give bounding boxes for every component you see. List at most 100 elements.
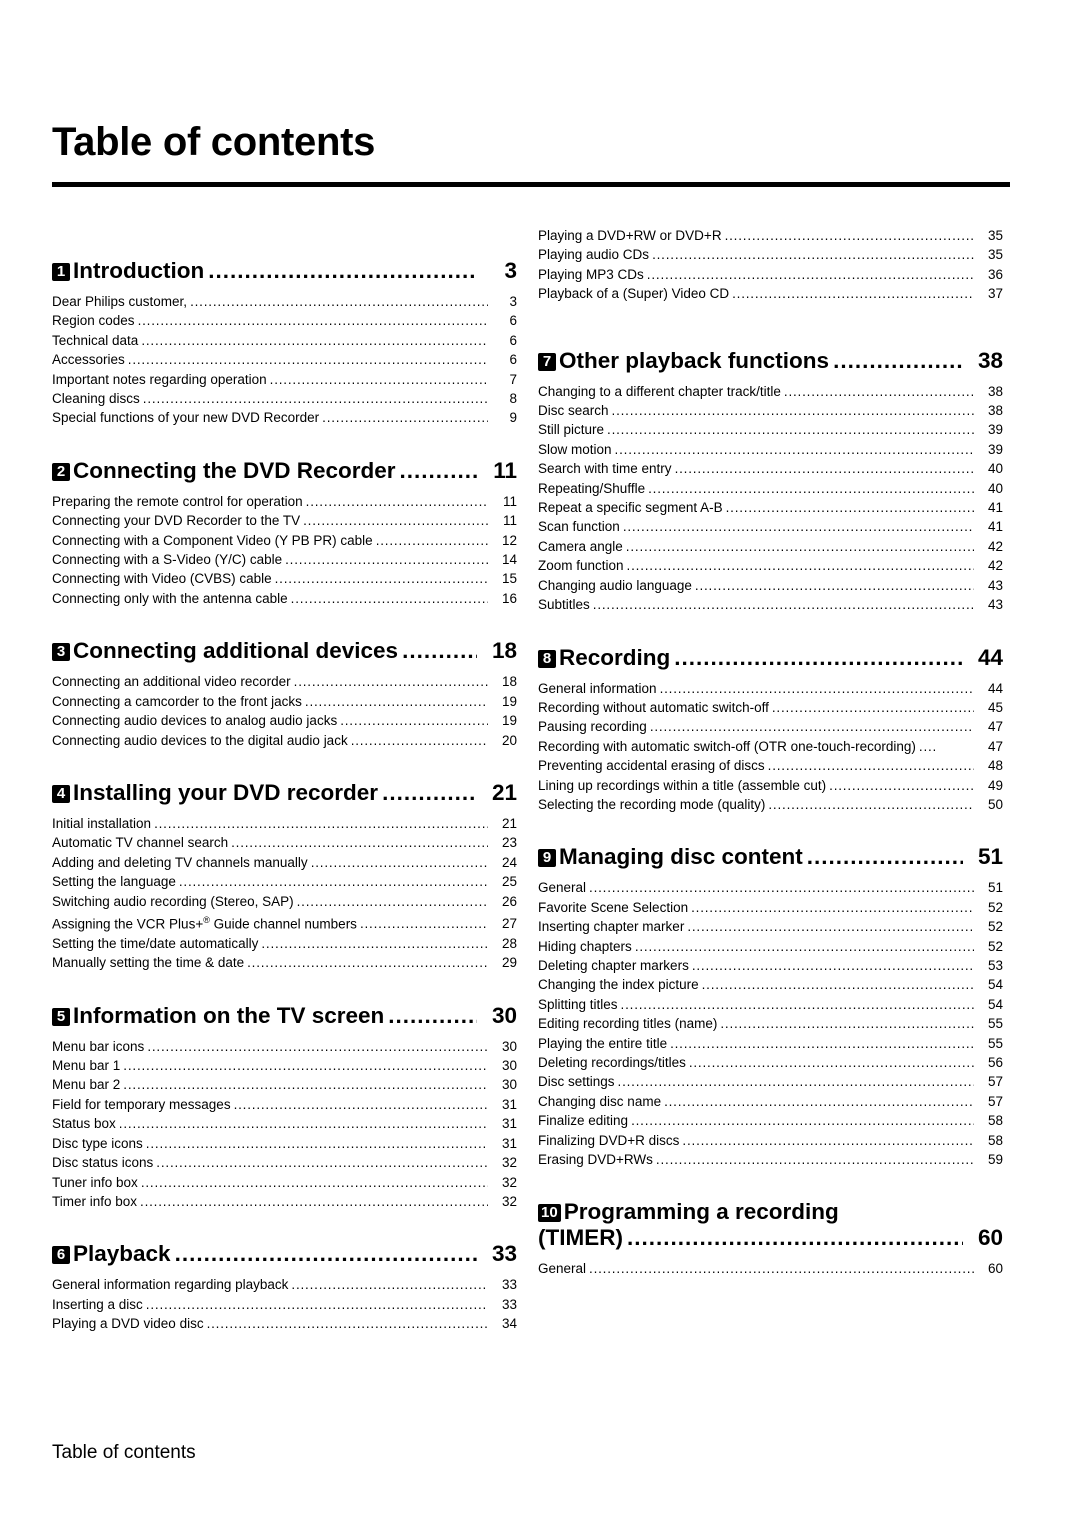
toc-entry[interactable]: Playing MP3 CDs.........................… <box>538 265 1003 284</box>
toc-entry[interactable]: Important notes regarding operation.....… <box>52 370 517 389</box>
toc-entry[interactable]: General information.....................… <box>538 679 1003 698</box>
toc-entry[interactable]: Connecting a camcorder to the front jack… <box>52 692 517 711</box>
toc-entry[interactable]: Automatic TV channel search.............… <box>52 833 517 852</box>
toc-entry[interactable]: Connecting with a S-Video (Y/C) cable...… <box>52 550 517 569</box>
toc-entry[interactable]: Menu bar 1..............................… <box>52 1056 517 1075</box>
toc-entry[interactable]: General.................................… <box>538 878 1003 897</box>
toc-entry[interactable]: Accessories.............................… <box>52 350 517 369</box>
toc-entry[interactable]: Connecting only with the antenna cable..… <box>52 589 517 608</box>
leader-dots: ........................................… <box>622 519 974 535</box>
toc-entry[interactable]: Manually setting the time & date........… <box>52 953 517 972</box>
toc-entry[interactable]: Changing disc name......................… <box>538 1092 1003 1111</box>
toc-entry[interactable]: Disc settings...........................… <box>538 1072 1003 1091</box>
section-heading[interactable]: 2 Connecting the DVD Recorder ..........… <box>52 458 517 484</box>
toc-entry[interactable]: Setting the language....................… <box>52 872 517 891</box>
toc-entry[interactable]: Playing the entire title................… <box>538 1034 1003 1053</box>
toc-entry[interactable]: Connecting with Video (CVBS) cable......… <box>52 569 517 588</box>
toc-entry[interactable]: Still picture...........................… <box>538 420 1003 439</box>
toc-entry[interactable]: Dear Philips customer,..................… <box>52 292 517 311</box>
toc-entry[interactable]: Setting the time/date automatically.....… <box>52 934 517 953</box>
entry-label: Accessories <box>52 352 125 368</box>
toc-entry[interactable]: Selecting the recording mode (quality)..… <box>538 795 1003 814</box>
section-heading[interactable]: 5 Information on the TV screen .........… <box>52 1003 517 1029</box>
toc-entry[interactable]: Menu bar 2..............................… <box>52 1075 517 1094</box>
toc-entry[interactable]: Camera angle............................… <box>538 537 1003 556</box>
toc-entry[interactable]: Playing audio CDs.......................… <box>538 245 1003 264</box>
leader-dots: ........................................… <box>178 874 488 890</box>
toc-entry[interactable]: Special functions of your new DVD Record… <box>52 408 517 427</box>
toc-entry[interactable]: Recording without automatic switch-off..… <box>538 698 1003 717</box>
toc-entry[interactable]: Pausing recording.......................… <box>538 717 1003 736</box>
toc-entry[interactable]: Changing audio language.................… <box>538 576 1003 595</box>
toc-entry[interactable]: Tuner info box..........................… <box>52 1173 517 1192</box>
section-heading[interactable]: 1 Introduction .........................… <box>52 258 517 284</box>
toc-entry[interactable]: Scan function...........................… <box>538 517 1003 536</box>
entry-page: 42 <box>987 558 1003 574</box>
section-number-badge: 8 <box>538 649 556 668</box>
toc-entry[interactable]: Initial installation....................… <box>52 814 517 833</box>
toc-entry[interactable]: Region codes............................… <box>52 311 517 330</box>
toc-entry[interactable]: Recording with automatic switch-off (OTR… <box>538 737 1003 756</box>
toc-entry[interactable]: General information regarding playback..… <box>52 1275 517 1294</box>
toc-entry[interactable]: Playing a DVD video disc................… <box>52 1314 517 1333</box>
toc-entry[interactable]: Connecting audio devices to analog audio… <box>52 711 517 730</box>
section-heading[interactable]: 3 Connecting additional devices ........… <box>52 638 517 664</box>
toc-entry[interactable]: General.................................… <box>538 1259 1003 1278</box>
section-page-number: 11 <box>493 457 517 483</box>
toc-entry[interactable]: Finalizing DVD+R discs..................… <box>538 1131 1003 1150</box>
entry-page: 55 <box>987 1016 1003 1032</box>
toc-entry[interactable]: Search with time entry..................… <box>538 459 1003 478</box>
toc-entry[interactable]: Inserting a disc........................… <box>52 1295 517 1314</box>
toc-entry[interactable]: Favorite Scene Selection................… <box>538 898 1003 917</box>
toc-entry[interactable]: Adding and deleting TV channels manually… <box>52 853 517 872</box>
entry-page: 51 <box>987 880 1003 896</box>
toc-entry[interactable]: Timer info box..........................… <box>52 1192 517 1211</box>
toc-entry[interactable]: Editing recording titles (name).........… <box>538 1014 1003 1033</box>
toc-entry[interactable]: Changing to a different chapter track/ti… <box>538 382 1003 401</box>
toc-entry[interactable]: Disc status icons.......................… <box>52 1153 517 1172</box>
toc-entry[interactable]: Deleting chapter markers................… <box>538 956 1003 975</box>
toc-entry[interactable]: Menu bar icons..........................… <box>52 1037 517 1056</box>
toc-entry[interactable]: Connecting audio devices to the digital … <box>52 731 517 750</box>
toc-entry[interactable]: Disc type icons.........................… <box>52 1134 517 1153</box>
leader-dots: ........................................… <box>607 422 974 438</box>
section-heading[interactable]: 6 Playback .............................… <box>52 1241 517 1267</box>
toc-entry[interactable]: Preventing accidental erasing of discs..… <box>538 756 1003 775</box>
toc-entry[interactable]: Erasing DVD+RWs.........................… <box>538 1150 1003 1169</box>
toc-entry[interactable]: Connecting with a Component Video (Y PB … <box>52 531 517 550</box>
toc-entry[interactable]: Finalize editing........................… <box>538 1111 1003 1130</box>
section-heading[interactable]: 10 Programming a recording <box>538 1199 1003 1225</box>
toc-entry[interactable]: Connecting your DVD Recorder to the TV..… <box>52 511 517 530</box>
leader-dots: ........................................… <box>664 1093 974 1109</box>
section-heading[interactable]: 4 Installing your DVD recorder .........… <box>52 780 517 806</box>
toc-entry[interactable]: Changing the index picture..............… <box>538 975 1003 994</box>
toc-entry[interactable]: Cleaning discs..........................… <box>52 389 517 408</box>
toc-entry[interactable]: Status box..............................… <box>52 1114 517 1133</box>
toc-entry[interactable]: Field for temporary messages............… <box>52 1095 517 1114</box>
section-heading[interactable]: 9 Managing disc content ................… <box>538 844 1003 870</box>
toc-entry[interactable]: Lining up recordings within a title (ass… <box>538 776 1003 795</box>
toc-entry[interactable]: Slow motion.............................… <box>538 440 1003 459</box>
toc-entry[interactable]: Repeating/Shuffle.......................… <box>538 479 1003 498</box>
toc-entry[interactable]: Hiding chapters.........................… <box>538 937 1003 956</box>
toc-entry[interactable]: Connecting an additional video recorder.… <box>52 672 517 691</box>
toc-entry[interactable]: Preparing the remote control for operati… <box>52 492 517 511</box>
entry-page: 44 <box>987 680 1003 696</box>
section-heading-line2[interactable]: (TIMER) ................................… <box>538 1225 1003 1251</box>
section-heading[interactable]: 8 Recording ............................… <box>538 645 1003 671</box>
toc-entry[interactable]: Switching audio recording (Stereo, SAP).… <box>52 892 517 911</box>
toc-entry[interactable]: Disc search.............................… <box>538 401 1003 420</box>
toc-entry[interactable]: Assigning the VCR Plus+® Guide channel n… <box>52 911 517 934</box>
toc-entry[interactable]: Technical data..........................… <box>52 331 517 350</box>
toc-entry[interactable]: Deleting recordings/titles..............… <box>538 1053 1003 1072</box>
toc-entry[interactable]: Playback of a (Super) Video CD..........… <box>538 284 1003 303</box>
toc-entry[interactable]: Playing a DVD+RW or DVD+R...............… <box>538 226 1003 245</box>
toc-entry[interactable]: Splitting titles........................… <box>538 995 1003 1014</box>
leader-dots: ........................................… <box>156 1155 488 1171</box>
title-rule <box>52 182 1010 187</box>
toc-entry[interactable]: Zoom function...........................… <box>538 556 1003 575</box>
section-heading[interactable]: 7 Other playback functions .............… <box>538 348 1003 374</box>
toc-entry[interactable]: Inserting chapter marker................… <box>538 917 1003 936</box>
toc-entry[interactable]: Repeat a specific segment A-B...........… <box>538 498 1003 517</box>
toc-entry[interactable]: Subtitles...............................… <box>538 595 1003 614</box>
